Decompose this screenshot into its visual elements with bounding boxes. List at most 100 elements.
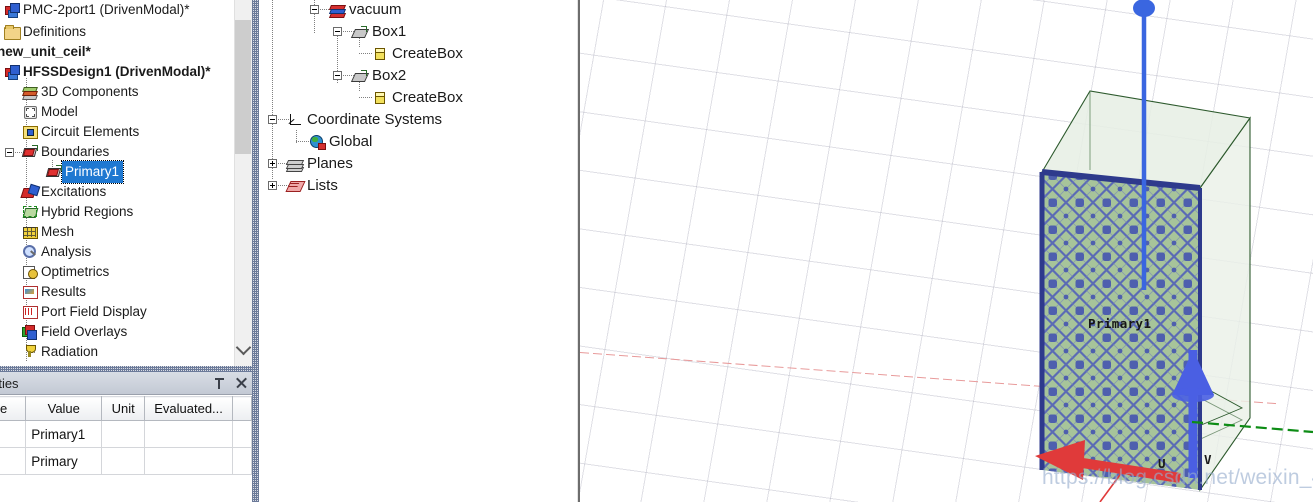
analysis-icon (22, 244, 38, 260)
table-row[interactable]: me Primary1 (0, 420, 253, 448)
scroll-down-icon[interactable] (234, 338, 252, 360)
tree-item-label: Results (41, 284, 87, 299)
sidebar-item-optimetrics[interactable]: Optimetrics (22, 262, 109, 282)
tree-item-new-unit-ceil[interactable]: new_unit_ceil* (0, 42, 91, 62)
tree-item-planes[interactable]: Planes (285, 153, 353, 175)
tree-item-label: Definitions (23, 24, 87, 39)
3d-model-viewport[interactable]: Primary1 U V https://blog.csdn.net/weixi… (580, 0, 1313, 502)
sidebar-item-circuit-elements[interactable]: Circuit Elements (22, 122, 139, 142)
properties-panel: rties me Value Unit Evaluated... me (0, 372, 253, 502)
tree-item-label: vacuum (349, 1, 402, 18)
lists-icon (287, 178, 303, 194)
sidebar-item-field-overlays[interactable]: Field Overlays (22, 322, 127, 342)
coordinate-systems-icon (287, 112, 303, 128)
create-box-icon (372, 90, 388, 106)
column-header-name[interactable]: me (0, 396, 27, 421)
properties-titlebar: rties (0, 372, 252, 395)
sidebar-item-radiation[interactable]: Radiation (22, 342, 98, 362)
column-header-pad[interactable] (231, 396, 253, 421)
project-manager-panel: PMC-2port1 (DrivenModal)* Definitions ne… (0, 0, 252, 366)
project-tree[interactable]: PMC-2port1 (DrivenModal)* Definitions ne… (0, 0, 234, 366)
tree-item-label: Hybrid Regions (41, 204, 134, 219)
pin-icon[interactable] (208, 373, 230, 393)
tree-item-label: Primary1 (60, 160, 125, 184)
sidebar-item-port-field-display[interactable]: Port Field Display (22, 302, 147, 322)
excitations-icon (22, 184, 38, 200)
tree-item-box2[interactable]: Box2 (352, 65, 406, 87)
tree-item-createbox-2[interactable]: CreateBox (372, 87, 463, 109)
boundary-label: Primary1 (1088, 316, 1152, 331)
cell-pad (231, 420, 253, 448)
tree-item-label: Boundaries (41, 144, 110, 159)
port-field-display-icon (22, 304, 38, 320)
table-row[interactable]: e Primary (0, 447, 253, 475)
expander-lists[interactable] (268, 181, 277, 190)
sidebar-item-mesh[interactable]: Mesh (22, 222, 74, 242)
field-overlays-icon (22, 324, 38, 340)
tree-item-createbox-1[interactable]: CreateBox (372, 43, 463, 65)
tree-item-label: Coordinate Systems (307, 111, 443, 128)
tree-item-definitions[interactable]: Definitions (4, 22, 86, 42)
expander-boundaries[interactable] (5, 148, 14, 157)
expander-box1[interactable] (333, 27, 342, 36)
expander-vacuum[interactable] (310, 5, 319, 14)
expander-box2[interactable] (333, 71, 342, 80)
tree-item-hfssdesign1[interactable]: HFSSDesign1 (DrivenModal)* (4, 62, 211, 82)
cell-value[interactable]: Primary (25, 447, 103, 475)
properties-panel-title: rties (0, 375, 19, 391)
tree-item-label: Mesh (41, 224, 75, 239)
vertical-splitter[interactable] (252, 0, 259, 366)
sidebar-item-boundaries[interactable]: Boundaries (22, 142, 109, 162)
expander-planes[interactable] (268, 159, 277, 168)
project-tree-scrollbar-thumb[interactable] (235, 20, 251, 154)
column-header-value[interactable]: Value (25, 396, 103, 421)
tree-item-label: CreateBox (392, 89, 463, 106)
model-tree-panel[interactable]: vacuum Box1 CreateBox Box2 CreateBox Coo… (259, 0, 577, 502)
results-icon (22, 284, 38, 300)
tree-guide-line (296, 141, 310, 142)
expander-coordinate-systems[interactable] (268, 115, 277, 124)
sidebar-item-model[interactable]: Model (22, 102, 78, 122)
tree-item-lists[interactable]: Lists (287, 175, 338, 197)
sidebar-item-analysis[interactable]: Analysis (22, 242, 91, 262)
sidebar-item-excitations[interactable]: Excitations (22, 182, 106, 202)
hfss-application-window: PMC-2port1 (DrivenModal)* Definitions ne… (0, 0, 1313, 502)
planes-icon (285, 156, 305, 172)
column-header-unit[interactable]: Unit (101, 396, 146, 421)
tree-item-pmc-2port1[interactable]: PMC-2port1 (DrivenModal)* (4, 0, 190, 20)
sidebar-item-3d-components[interactable]: 3D Components (22, 82, 139, 102)
table-header-row: me Value Unit Evaluated... (0, 396, 253, 421)
hybrid-regions-icon (22, 204, 38, 220)
cell-unit (101, 420, 146, 448)
components-icon (22, 84, 38, 100)
sidebar-item-hybrid-regions[interactable]: Hybrid Regions (22, 202, 133, 222)
tree-item-label: Optimetrics (41, 264, 110, 279)
model-geometry (1035, 0, 1313, 502)
cell-value[interactable]: Primary1 (25, 420, 103, 448)
tree-item-coordinate-systems[interactable]: Coordinate Systems (287, 109, 442, 131)
hfss-design-icon (4, 64, 20, 80)
boundaries-icon (22, 144, 38, 160)
cell-evaluated (144, 447, 233, 475)
mesh-icon (22, 224, 38, 240)
tree-item-label: HFSSDesign1 (DrivenModal)* (23, 64, 211, 79)
sidebar-item-primary1[interactable]: Primary1 (46, 160, 125, 184)
tree-item-label: Global (329, 133, 373, 150)
tree-item-label: 3D Components (41, 84, 139, 99)
tree-guide-line (359, 53, 373, 54)
tree-item-label: Field Overlays (41, 324, 128, 339)
v-axis-label: V (1204, 452, 1212, 467)
tree-item-label: Lists (307, 177, 338, 194)
sidebar-item-results[interactable]: Results (22, 282, 86, 302)
optimetrics-icon (22, 264, 38, 280)
tree-item-vacuum[interactable]: vacuum (328, 0, 402, 21)
tree-item-box1[interactable]: Box1 (352, 21, 406, 43)
tree-item-global[interactable]: Global (309, 131, 372, 153)
properties-table[interactable]: me Value Unit Evaluated... me Primary1 (0, 396, 253, 475)
close-icon[interactable] (230, 373, 252, 393)
column-header-evaluated[interactable]: Evaluated... (144, 396, 233, 421)
vertical-splitter-lower[interactable] (252, 372, 259, 502)
tree-item-label: Circuit Elements (41, 124, 140, 139)
cell-name: me (0, 420, 27, 448)
tree-item-label: Model (41, 104, 78, 119)
